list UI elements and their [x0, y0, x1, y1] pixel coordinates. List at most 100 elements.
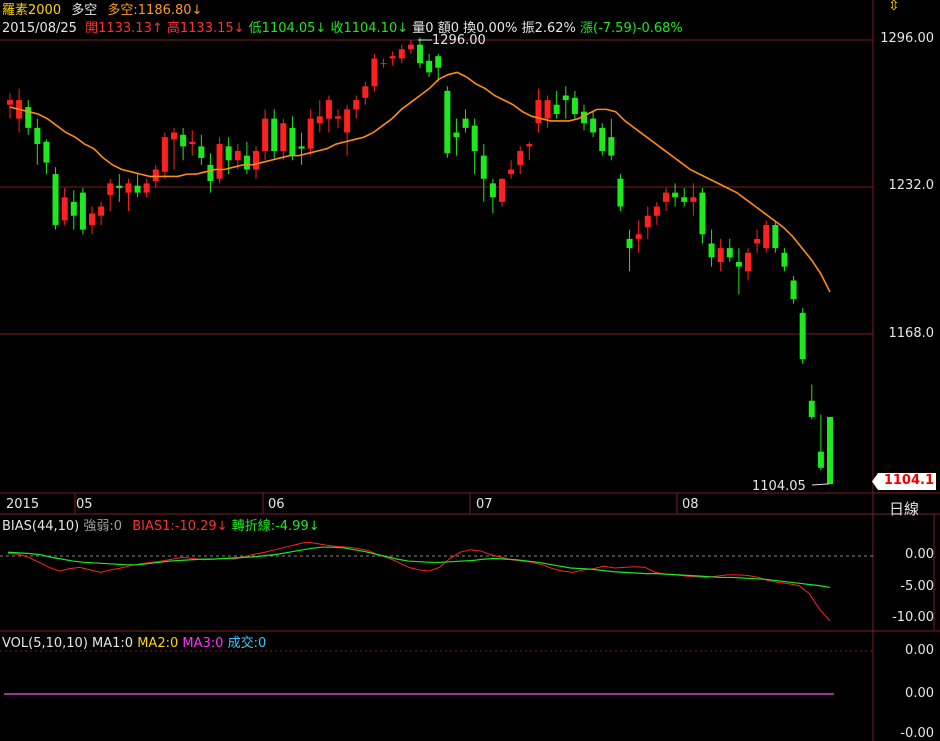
candle-body [207, 164, 214, 182]
candle-body [325, 100, 332, 119]
bias1-line [7, 541, 831, 622]
candle-body [817, 451, 824, 468]
candle-body [663, 192, 669, 202]
candle-body [754, 238, 761, 244]
change-value: 漲(-7.59)-0.68% [580, 21, 683, 36]
candle-body [426, 60, 433, 73]
price-tick-1296: 1296.00 [880, 31, 934, 46]
candle-body [398, 49, 405, 59]
volume-value: 量0 [412, 21, 434, 36]
candle-body [827, 416, 833, 484]
candle-body [335, 116, 341, 119]
vol-tick-bottom: -0.00 [900, 726, 934, 741]
vol-ma3: MA3:0 [182, 636, 224, 651]
candle-body [180, 134, 187, 147]
sort-arrows-icon[interactable]: ⇳ [888, 0, 900, 14]
close-value: 收1104.10↓ [330, 21, 409, 36]
candle-body [653, 206, 660, 216]
candle-body [690, 197, 697, 202]
candle-body [143, 183, 150, 193]
candle-body [726, 248, 733, 258]
vol-tick-top: 0.00 [905, 643, 934, 658]
date-label-07: 07 [476, 497, 493, 512]
candle-body [453, 132, 460, 138]
turn-line [7, 546, 831, 589]
bias-tick-minus10: -10.00 [892, 610, 934, 625]
candle-body [362, 86, 369, 98]
open-value: 開1133.13↑ [85, 21, 163, 36]
bias1-value: BIAS1:-10.29↓ [132, 519, 228, 534]
candle-body [499, 178, 505, 202]
candle-body [480, 155, 487, 179]
candle-body [508, 169, 515, 175]
bias-tick-0: 0.00 [905, 547, 934, 562]
direction-value: 多空:1186.80↓ [107, 3, 203, 18]
vol-deals: 成交:0 [227, 636, 267, 651]
candle-body [262, 118, 269, 151]
vol-ma1: MA1:0 [92, 636, 134, 651]
candle-body [708, 243, 715, 258]
candle-body [617, 178, 624, 207]
candle-body [307, 118, 314, 149]
candle-body [225, 146, 232, 161]
symbol-name: 羅素2000 [2, 3, 62, 18]
chart-header-row-1: 羅素2000 多空 多空:1186.80↓ [2, 0, 202, 18]
candle-body [462, 118, 469, 128]
candle-body [681, 197, 688, 202]
candle-body [98, 206, 105, 216]
candle-body [781, 252, 788, 267]
min-price-annotation: 1104.05 [752, 479, 806, 494]
candle-body [116, 185, 123, 188]
candle-body [517, 151, 524, 165]
candle-body [745, 252, 751, 272]
candle-body [171, 132, 177, 140]
min-price-marker [811, 483, 830, 486]
candle-body [544, 100, 551, 119]
bias-title: BIAS(44,10) [2, 519, 80, 534]
candle-body [799, 312, 806, 360]
candle-body [590, 118, 597, 133]
candle-body [471, 125, 478, 151]
direction-label: 多空 [71, 3, 98, 18]
candle-body [34, 127, 41, 145]
low-value: 低1104.05↓ [248, 21, 327, 36]
period-label[interactable]: 日線 [889, 498, 919, 519]
high-value: 高1133.15↓ [166, 21, 245, 36]
vol-ma2: MA2:0 [137, 636, 179, 651]
candle-body [635, 234, 642, 239]
candle-body [79, 192, 86, 230]
candle-body [280, 123, 287, 151]
candle-body [216, 144, 223, 179]
candle-body [571, 97, 578, 114]
candle-body [562, 95, 569, 101]
candle-body [70, 201, 77, 216]
turn-line-value: 轉折線:-4.99↓ [231, 519, 320, 534]
vol-panel-header: VOL(5,10,10) MA1:0 MA2:0 MA3:0 成交:0 [2, 632, 266, 651]
last-price-tag: 1104.1 [872, 473, 936, 490]
price-tick-1168: 1168.0 [888, 326, 935, 341]
candle-body [89, 213, 95, 225]
candle-body [526, 144, 533, 147]
candle-body [243, 155, 250, 170]
candle-body [152, 169, 159, 182]
stock-chart[interactable] [0, 0, 940, 741]
candle-body [553, 104, 560, 114]
vol-title: VOL(5,10,10) [2, 636, 88, 651]
max-price-annotation: 1296.00 [432, 33, 486, 48]
vol-tick-mid: 0.00 [905, 686, 934, 701]
candle-body [808, 400, 815, 417]
candle-body [316, 116, 323, 124]
bias-tick-minus5: -5.00 [900, 579, 934, 594]
moving-average-line [9, 71, 831, 293]
candle-body [253, 151, 259, 170]
candle-body [489, 183, 496, 198]
candle-body [599, 127, 606, 151]
candle-body [125, 183, 132, 193]
candle-body [344, 109, 351, 133]
candle-body [435, 56, 442, 68]
candle-body [699, 192, 706, 235]
date-label: 2015/08/25 [2, 21, 77, 36]
chart-header-row-2: 2015/08/25 開1133.13↑ 高1133.15↓ 低1104.05↓… [2, 17, 683, 36]
candle-body [608, 137, 615, 156]
candle-body [672, 192, 679, 198]
